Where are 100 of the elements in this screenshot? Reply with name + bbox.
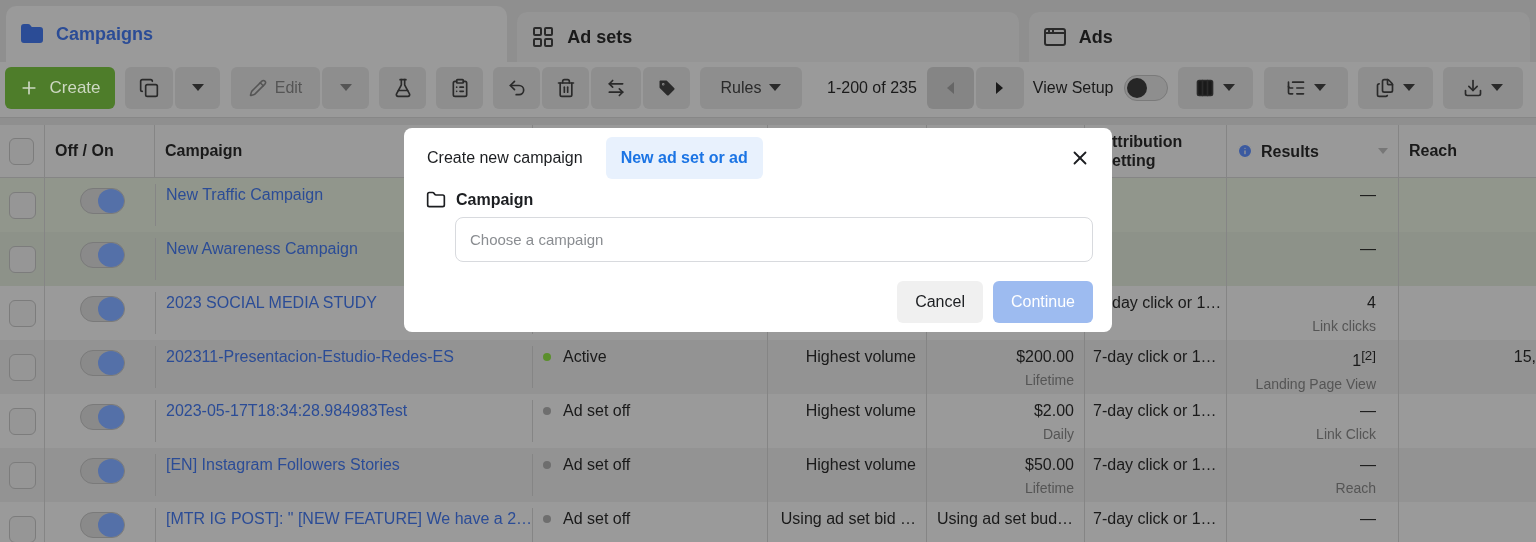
on-off-toggle[interactable] (80, 404, 125, 430)
next-page-button[interactable] (975, 66, 1024, 109)
result-type: Reach (1335, 480, 1376, 496)
row-checkbox[interactable] (9, 192, 36, 219)
results-value: 4 (1367, 294, 1376, 312)
attribution-setting: 7-day click or 1… (1093, 402, 1217, 420)
test-button[interactable] (379, 66, 426, 109)
campaign-link[interactable]: 2023-05-17T18:34:28.984983Test (166, 402, 408, 420)
campaign-link[interactable]: New Awareness Campaign (166, 240, 358, 258)
grid-icon (531, 25, 556, 49)
columns-icon (1195, 77, 1215, 98)
reports-button[interactable] (1357, 66, 1433, 109)
row-checkbox[interactable] (9, 246, 36, 273)
on-off-toggle[interactable] (80, 350, 125, 376)
dialog-tab[interactable]: New ad set or ad (605, 137, 763, 179)
attribution-setting: 7-day click or 1… (1093, 348, 1217, 366)
bid-strategy: Highest volume (805, 456, 916, 474)
caret-icon (1490, 84, 1503, 91)
results-value: 1$^{[2]}$ (1352, 348, 1376, 371)
columns-button[interactable] (1177, 66, 1253, 109)
budget-period: Daily (1042, 426, 1074, 442)
column-header[interactable]: Results (1261, 141, 1319, 161)
results-value: — (1360, 186, 1376, 204)
caret-icon (1403, 84, 1415, 91)
on-off-toggle[interactable] (80, 458, 125, 484)
bid-strategy: Using ad set bid … (780, 510, 916, 528)
tag-button[interactable] (643, 66, 690, 109)
on-off-toggle[interactable] (80, 296, 125, 322)
caret-icon (1223, 84, 1235, 91)
row-checkbox[interactable] (9, 462, 36, 489)
campaign-input-field[interactable]: Choose a campaign (455, 217, 1093, 262)
delivery-status: Active (563, 348, 607, 366)
pencil-icon (248, 78, 267, 97)
select-all-checkbox[interactable] (9, 137, 34, 165)
view-setup-label: View Setup (1032, 78, 1114, 97)
dropdown-button[interactable] (322, 66, 369, 109)
on-off-toggle[interactable] (80, 512, 125, 538)
clipboard-button[interactable] (436, 66, 483, 109)
delete-button[interactable] (542, 66, 589, 109)
tab[interactable]: Ads (1028, 12, 1530, 62)
folder-icon (20, 22, 44, 46)
rules-button[interactable]: Rules (700, 66, 802, 109)
caret-icon (769, 84, 782, 91)
row-checkbox[interactable] (9, 408, 36, 435)
delivery-status: Ad set off (563, 510, 631, 528)
budget-amount: $50.00 (1025, 456, 1074, 474)
bid-strategy: Highest volume (805, 402, 916, 420)
on-off-toggle[interactable] (80, 242, 125, 268)
left-triangle-icon (946, 81, 954, 94)
campaign-link[interactable]: 202311-Presentacion-Estudio-Redes-ES (166, 348, 454, 366)
view-setup-switch[interactable] (1123, 74, 1168, 101)
breakdown-button[interactable] (1263, 66, 1348, 109)
caret-icon (1313, 84, 1326, 91)
tag-icon (656, 77, 677, 98)
delivery-status: Ad set off (563, 402, 631, 420)
dropdown-button[interactable] (175, 66, 220, 109)
campaign-link[interactable]: [MTR IG POST]: " [NEW FEATURE] We have a 2… (166, 510, 533, 528)
create-button[interactable]: Create (5, 66, 115, 109)
delivery-status: Ad set off (563, 456, 631, 474)
info-icon (1237, 143, 1253, 159)
results-value: — (1360, 402, 1376, 420)
folder-icon (426, 190, 446, 210)
budget-amount: $200.00 (1016, 348, 1074, 366)
budget-amount: Using ad set bud… (937, 510, 1074, 528)
row-checkbox[interactable] (9, 516, 36, 542)
copy-icon (139, 77, 159, 98)
undo-icon (506, 77, 527, 98)
column-header[interactable]: ttribution etting (1112, 132, 1212, 170)
documents-icon (1375, 77, 1395, 98)
swap-button[interactable] (591, 66, 641, 109)
row-checkbox[interactable] (9, 354, 36, 381)
result-type: Link Click (1316, 426, 1376, 442)
on-off-toggle[interactable] (80, 188, 125, 214)
campaign-link[interactable]: 2023 SOCIAL MEDIA STUDY (166, 294, 378, 312)
download-icon (1462, 77, 1483, 98)
column-header[interactable]: Reach (1399, 125, 1536, 177)
caret-icon (191, 84, 204, 91)
undo-button[interactable] (493, 66, 540, 109)
attribution-setting: day click or 1… (1112, 294, 1222, 312)
edit-button[interactable]: Edit (231, 66, 320, 109)
campaign-link[interactable]: [EN] Instagram Followers Stories (166, 456, 400, 474)
campaign-link[interactable]: New Traffic Campaign (166, 186, 324, 204)
field-label: Campaign (456, 191, 534, 209)
export-button[interactable] (1442, 66, 1523, 109)
previous-page-button[interactable] (926, 66, 974, 109)
column-header[interactable]: Off / On (45, 125, 155, 177)
cancel-button[interactable]: Cancel (897, 281, 983, 323)
row-checkbox[interactable] (9, 300, 36, 327)
budget-period: Lifetime (1024, 372, 1074, 388)
tab[interactable]: Campaigns (6, 6, 508, 62)
result-type: Link clicks (1312, 318, 1376, 334)
attribution-setting: 7-day click or 1… (1093, 456, 1217, 474)
pagination-text: 1-200 of 235 (827, 78, 917, 97)
window-icon (1042, 25, 1067, 49)
results-value: — (1360, 240, 1376, 258)
duplicate-button[interactable] (125, 66, 173, 109)
budget-period: Lifetime (1024, 480, 1074, 496)
results-value: — (1360, 510, 1376, 528)
attribution-setting: 7-day click or 1… (1093, 510, 1217, 528)
tab[interactable]: Ad sets (517, 12, 1019, 62)
